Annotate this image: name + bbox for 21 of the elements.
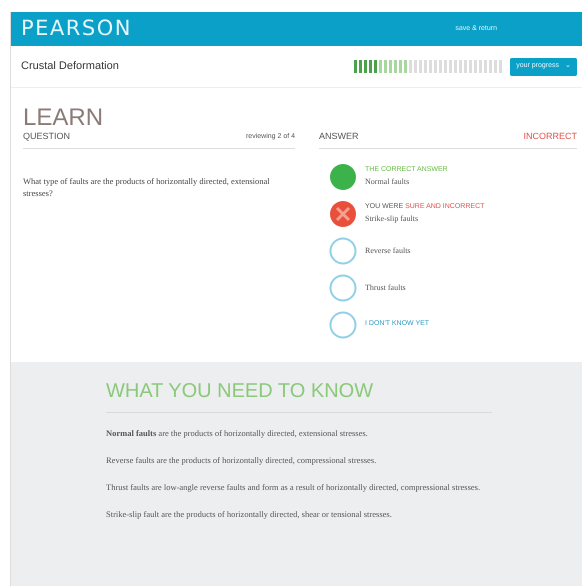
section-heading: ANSWER	[319, 130, 359, 143]
section-heading: WHAT YOU NEED TO KNOW	[106, 376, 492, 412]
answer-option[interactable]: Strike-slip faults	[365, 212, 484, 225]
section-heading: QUESTION	[23, 130, 70, 143]
empty-circle-icon[interactable]	[329, 236, 357, 264]
answer-option[interactable]: Normal faults	[365, 176, 448, 188]
info-paragraph: Strike-slip fault are the products of horizontally directed, shear or tensional stresses.	[106, 508, 393, 522]
info-paragraph: Reverse faults are the products of horizontally directed, compressional stresses.	[106, 454, 378, 467]
page-title: LEARN	[22, 103, 104, 130]
empty-circle-icon[interactable]	[329, 310, 357, 338]
empty-circle-icon[interactable]	[329, 274, 357, 302]
filled-circle-icon[interactable]	[329, 162, 357, 190]
x-circle-icon[interactable]	[329, 200, 357, 228]
answer-option[interactable]: Thrust faults	[365, 282, 406, 294]
question-text: What type of faults are the products of horizontally directed, extensional stresses?	[23, 174, 271, 200]
logo: PEARSON	[21, 15, 132, 42]
result-label: INCORRECT	[524, 130, 577, 143]
info-paragraph: Thrust faults are low-angle reverse faults and form as a result of horizontally directed, compressional stresses.	[106, 480, 482, 494]
info-paragraph: Normal faults are the products of horizontally directed, extensional stresses.	[106, 426, 369, 440]
topic-title: Crustal Deformation	[21, 59, 119, 74]
answer-option[interactable]: Reverse faults	[365, 244, 411, 256]
